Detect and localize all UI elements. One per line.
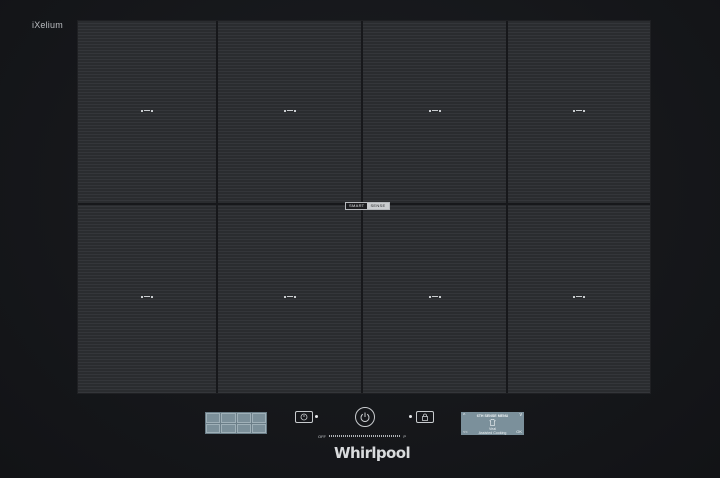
slider-max-label: P (403, 433, 406, 439)
sixth-sense-display[interactable]: ^ v 6TH SENSE MENU Veal Assisted Cooking… (461, 412, 524, 435)
cooking-zone-4[interactable] (508, 21, 650, 205)
smart-badge-part1: SMART (346, 203, 368, 209)
zone-marker-icon (141, 109, 153, 112)
zone-marker-icon (141, 295, 153, 298)
cooktop-panel: iXelium SMART SENSE OFF P ^ v 6TH SENSE … (0, 0, 720, 478)
zone-marker-icon (429, 295, 441, 298)
power-icon[interactable] (355, 407, 375, 427)
lock-icon[interactable] (416, 411, 434, 423)
smart-badge-part2: SENSE (367, 203, 389, 209)
timer-indicator-dot (315, 415, 318, 418)
timer-icon[interactable] (295, 411, 313, 423)
whirlpool-logo: Whirlpool (334, 444, 411, 462)
zone-map-cell (206, 413, 221, 423)
zone-map-cell (236, 423, 251, 433)
cooking-zone-3[interactable] (363, 21, 508, 205)
cooking-zone-5[interactable] (78, 205, 218, 393)
zone-marker-icon (429, 109, 441, 112)
nav-ok-button[interactable]: OK (516, 430, 522, 434)
cooking-zone-1[interactable] (78, 21, 218, 205)
zone-map-cell (251, 423, 266, 433)
lock-indicator-dot (409, 415, 412, 418)
zone-map-cell (236, 413, 251, 423)
cooking-zone-7[interactable] (363, 205, 508, 393)
display-dish-sub: Assisted Cooking (478, 430, 507, 435)
zone-marker-icon (573, 109, 585, 112)
dish-icon (489, 419, 496, 426)
slider-track[interactable] (329, 435, 401, 437)
smart-sense-badge: SMART SENSE (345, 202, 390, 210)
zone-map-cell (221, 413, 236, 423)
cooking-zone-6[interactable] (218, 205, 363, 393)
zone-map-display[interactable] (205, 412, 267, 434)
zone-map-cell (221, 423, 236, 433)
zone-map-cell (251, 413, 266, 423)
nav-back-button[interactable]: << (463, 430, 468, 434)
cooking-zone-8[interactable] (508, 205, 650, 393)
zone-map-cell (206, 423, 221, 433)
slider-off-label: OFF (318, 433, 326, 439)
zone-marker-icon (284, 295, 296, 298)
zone-marker-icon (284, 109, 296, 112)
power-slider[interactable]: OFF P (318, 433, 406, 439)
zone-marker-icon (573, 295, 585, 298)
cooking-zone-2[interactable] (218, 21, 363, 205)
ixelium-brand: iXelium (32, 20, 63, 30)
